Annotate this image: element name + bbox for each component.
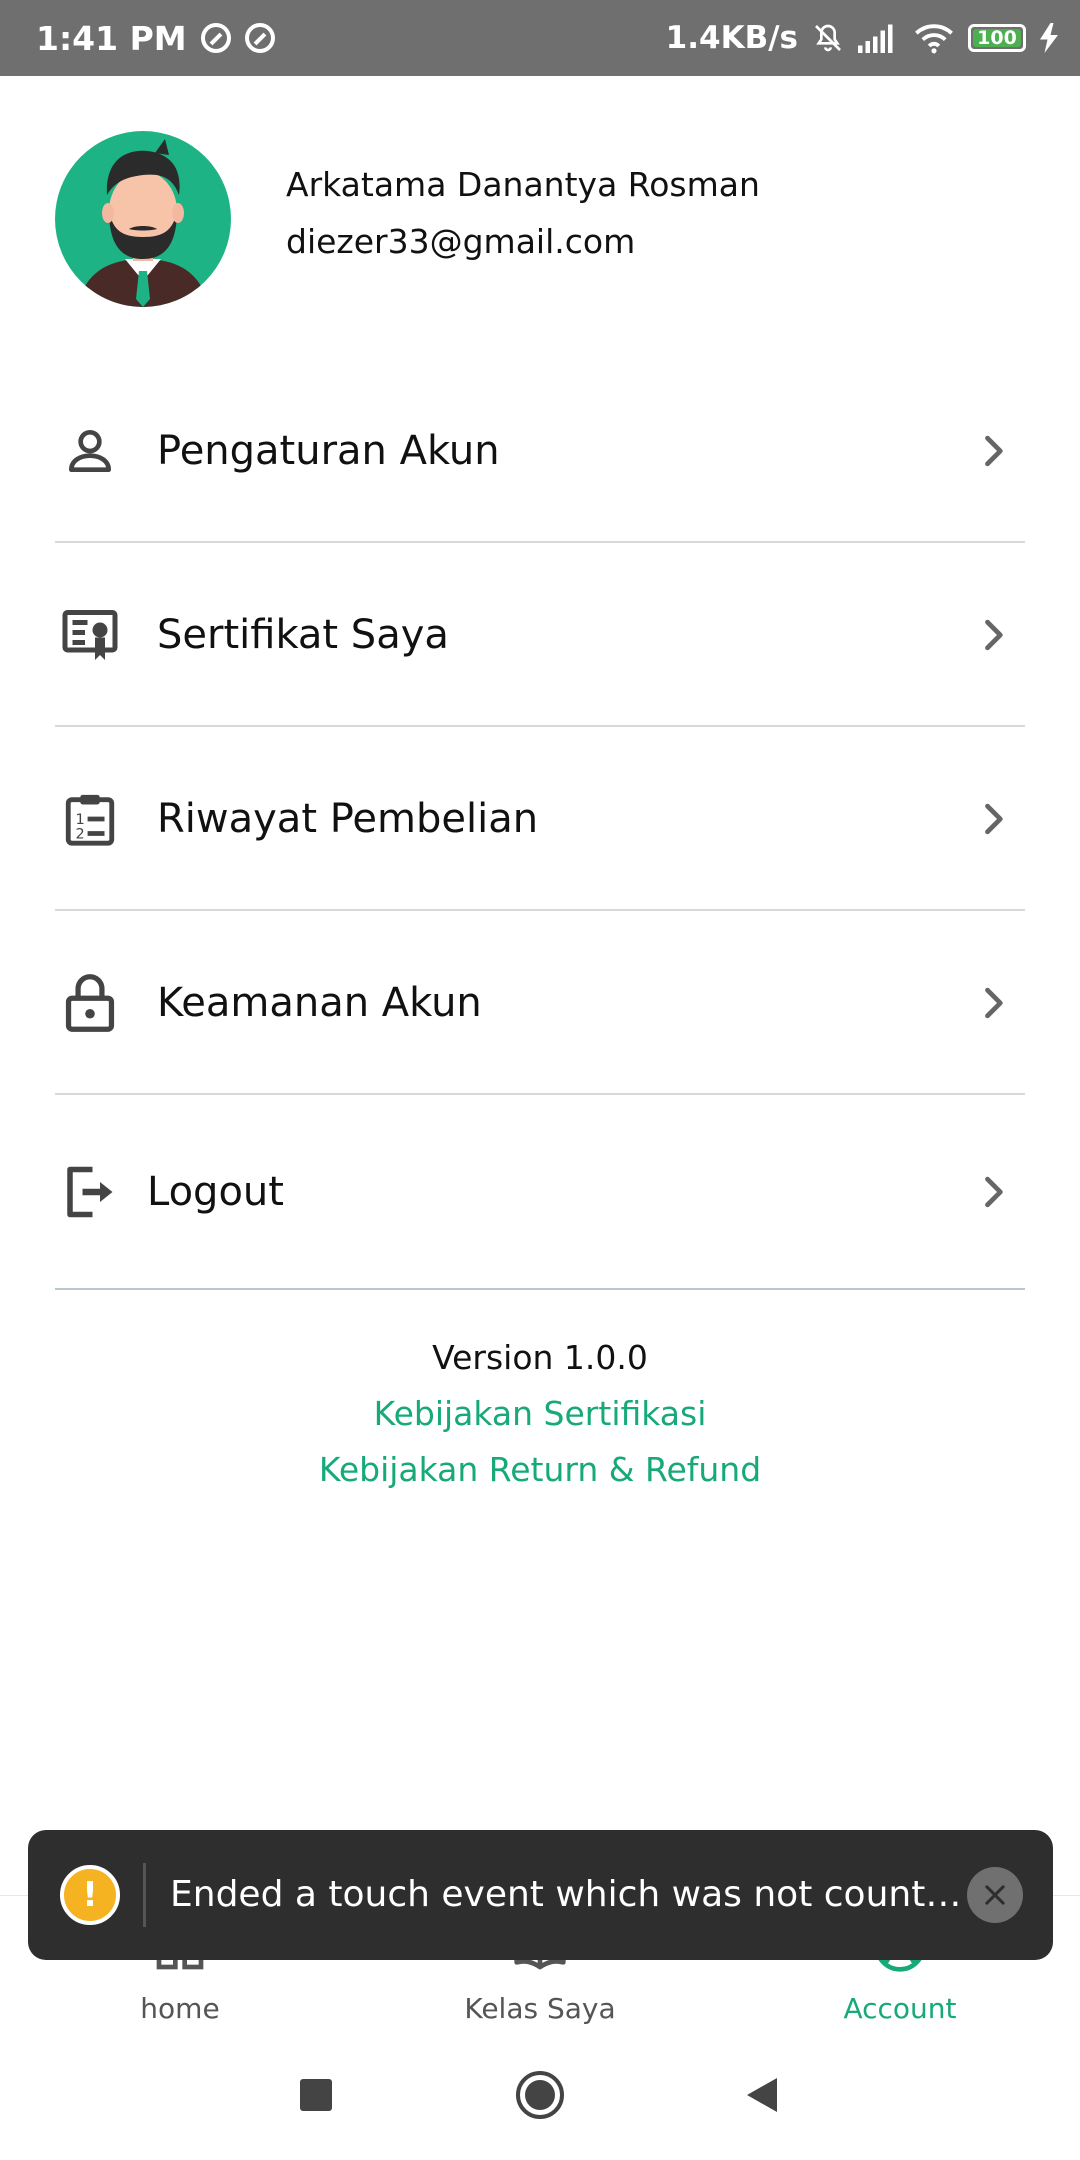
mute-icon: [815, 24, 841, 52]
avatar-illustration: [77, 139, 209, 307]
system-nav-bar: [0, 2030, 1080, 2160]
menu-item-pengaturan-akun[interactable]: Pengaturan Akun: [55, 360, 1025, 543]
toast-divider: [143, 1863, 146, 1927]
sync-icon: [244, 23, 275, 53]
nav-label: Account: [843, 1992, 957, 2025]
warning-icon: !: [60, 1865, 120, 1925]
toast-notification: ! Ended a touch event which was not coun…: [28, 1830, 1053, 1960]
app-version: Version 1.0.0: [432, 1338, 648, 1377]
status-bar: 1:41 PM 1.4KB/s 100: [0, 0, 1080, 76]
chevron-right-icon: [985, 803, 1003, 834]
battery-level: 100: [977, 27, 1017, 49]
network-speed: 1.4KB/s: [665, 20, 798, 56]
link-kebijakan-sertifikasi[interactable]: Kebijakan Sertifikasi: [0, 1394, 1080, 1433]
menu-item-label: Pengaturan Akun: [157, 427, 500, 474]
menu-item-sertifikat-saya[interactable]: Sertifikat Saya: [55, 544, 1025, 727]
clipboard-list-icon: 12: [55, 784, 125, 854]
menu-item-label: Sertifikat Saya: [157, 611, 449, 658]
wifi-icon: [915, 24, 953, 54]
svg-text:2: 2: [76, 826, 85, 842]
sync-icon: [200, 23, 231, 53]
chevron-right-icon: [985, 987, 1003, 1018]
profile-name: Arkatama Danantya Rosman: [286, 165, 760, 204]
logout-icon: [55, 1157, 125, 1227]
battery-icon: 100: [968, 24, 1026, 52]
recent-apps-icon[interactable]: [299, 2078, 333, 2112]
lock-icon: [55, 968, 125, 1038]
person-icon: [55, 416, 125, 486]
avatar: [55, 131, 231, 307]
menu-item-label: Logout: [147, 1169, 284, 1215]
back-icon[interactable]: [745, 2076, 779, 2114]
chevron-right-icon: [985, 619, 1003, 650]
profile-email: diezer33@gmail.com: [286, 222, 636, 261]
status-time: 1:41 PM: [36, 18, 187, 58]
menu-item-riwayat-pembelian[interactable]: 12 Riwayat Pembelian: [55, 728, 1025, 911]
menu-item-logout[interactable]: Logout: [55, 1096, 1025, 1290]
menu-item-keamanan-akun[interactable]: Keamanan Akun: [55, 912, 1025, 1095]
nav-label: home: [140, 1992, 220, 2025]
nav-label: Kelas Saya: [464, 1992, 616, 2025]
chevron-right-icon: [985, 435, 1003, 466]
certificate-icon: [55, 600, 125, 670]
close-icon[interactable]: [967, 1867, 1023, 1923]
signal-icon: [858, 24, 893, 53]
chevron-right-icon: [985, 1176, 1003, 1208]
menu-item-label: Keamanan Akun: [157, 979, 482, 1026]
home-button-icon[interactable]: [514, 2069, 566, 2121]
menu-item-label: Riwayat Pembelian: [157, 795, 539, 842]
charging-icon: [1040, 23, 1058, 53]
toast-message: Ended a touch event which was not counte…: [170, 1874, 970, 1915]
link-kebijakan-return-refund[interactable]: Kebijakan Return & Refund: [0, 1450, 1080, 1489]
